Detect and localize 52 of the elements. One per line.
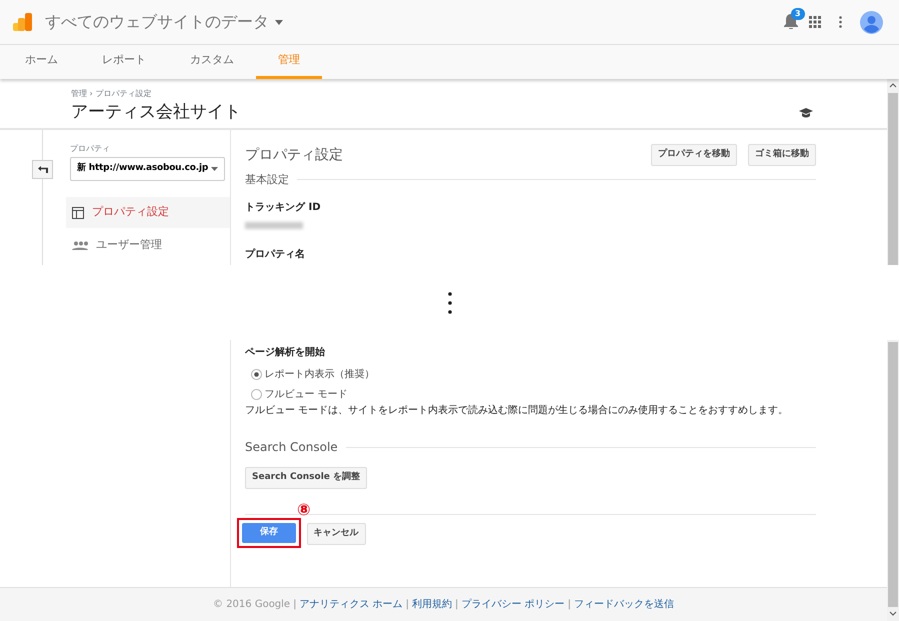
help-text: フルビュー モードは、サイトをレポート内表示で読み込む際に問題が生じる場合にのみ使用することをおすすめします。 <box>245 404 790 418</box>
copyright-text: © 2016 Google <box>213 598 290 612</box>
nav-tab[interactable]: レポート <box>80 45 168 79</box>
vertical-ellipsis <box>448 292 452 314</box>
link-separator: | <box>293 598 296 612</box>
caret-icon <box>274 20 282 24</box>
nav-tab[interactable]: ホーム <box>3 45 80 79</box>
property-select[interactable]: 新 http://www.asobou.co.jp <box>70 157 225 181</box>
back-arrow-icon <box>38 166 48 173</box>
save-button[interactable]: 保存 <box>242 523 296 543</box>
caret-icon <box>211 167 218 171</box>
link-separator: | <box>406 598 410 612</box>
cancel-button[interactable]: キャンセル <box>306 523 366 545</box>
step-number: ⑧ <box>297 502 311 518</box>
radio-button[interactable] <box>250 369 262 380</box>
account-selector[interactable]: すべてのウェブサイトのデータ <box>45 10 282 34</box>
section-heading: Search Console <box>245 439 338 456</box>
field-label: ページ解析を開始 <box>245 346 326 360</box>
radio-option[interactable]: レポート内表示（推奨） <box>250 367 374 382</box>
footer-link[interactable]: プライバシー ポリシー <box>461 597 565 612</box>
redacted-value <box>245 222 303 229</box>
more-icon[interactable] <box>839 16 842 28</box>
section-heading: 基本設定 <box>245 172 289 188</box>
sidebar-item[interactable]: プロパティ設定 <box>66 197 230 228</box>
section-title: プロパティ設定 <box>245 146 343 164</box>
apps-icon[interactable] <box>809 16 821 28</box>
breadcrumb: 管理 › プロパティ設定 <box>71 88 152 100</box>
layout-icon <box>72 206 84 218</box>
people-icon <box>72 241 88 250</box>
field-label: トラッキング ID <box>245 201 322 215</box>
action-button[interactable]: ゴミ箱に移動 <box>748 144 816 166</box>
footer-link[interactable]: 利用規約 <box>412 597 452 612</box>
scrollbar-thumb[interactable] <box>888 342 898 607</box>
analytics-logo <box>13 13 32 31</box>
sidebar-item[interactable]: ユーザー管理 <box>66 230 230 261</box>
adjust-button[interactable]: Search Console を調整 <box>245 467 368 489</box>
nav-tab[interactable]: カスタム <box>168 45 256 79</box>
notification-count: 3 <box>791 8 805 20</box>
footer-link[interactable]: フィードバックを送信 <box>574 597 674 612</box>
field-label: プロパティ名 <box>245 247 306 262</box>
back-button[interactable] <box>32 160 53 179</box>
link-separator: | <box>568 598 571 612</box>
scrollbar-thumb[interactable] <box>888 93 898 265</box>
page-title: アーティス会社サイト <box>71 101 241 124</box>
footer-link[interactable]: アナリティクス ホーム <box>299 597 403 612</box>
action-button[interactable]: プロパティを移動 <box>651 144 737 166</box>
radio-option[interactable]: フルビュー モード <box>250 387 348 402</box>
field-label: プロパティ <box>70 143 111 155</box>
radio-button[interactable] <box>250 389 262 400</box>
link-separator: | <box>455 598 458 612</box>
avatar-icon[interactable] <box>860 10 883 34</box>
graduation-cap-icon <box>799 108 813 118</box>
